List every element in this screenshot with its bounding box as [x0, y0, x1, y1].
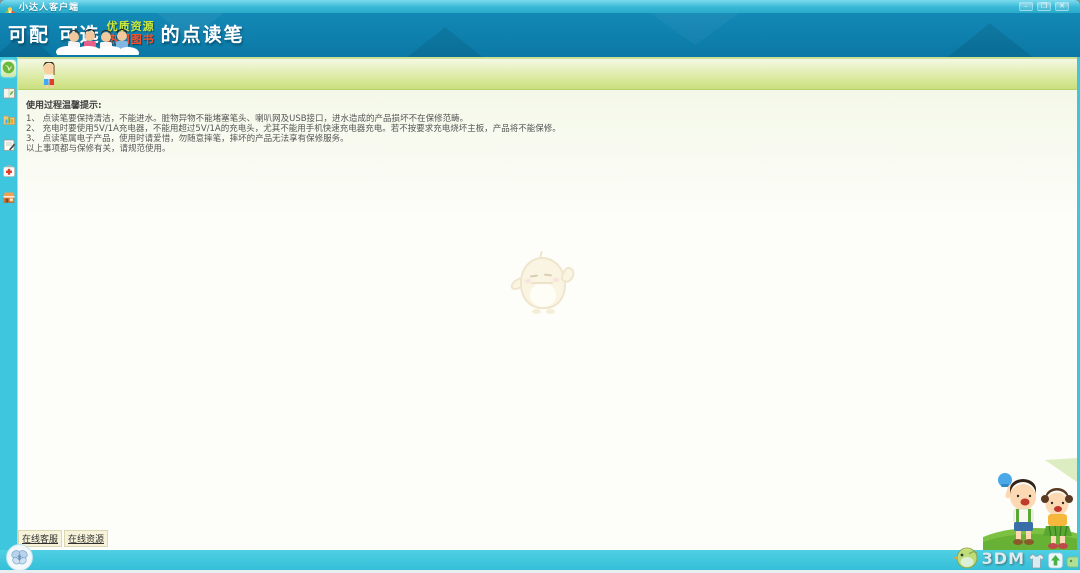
tip-line-4: 以上事项都与保修有关，请规范使用。: [26, 144, 171, 154]
sidebar-item-resources[interactable]: [1, 112, 16, 129]
banner-people-photo: [56, 29, 140, 57]
app-flower-icon: [5, 2, 15, 16]
kid-mascot-icon: [38, 61, 60, 93]
bottom-bar: 3DM: [0, 544, 1080, 571]
app-window: 小达人客户端 – ❐ ✕ 可配 可选 优质资源 热门图书 的点读笔 使用过程温馨…: [0, 0, 1080, 573]
window-controls: – ❐ ✕: [1019, 2, 1069, 11]
window-title: 小达人客户端: [19, 3, 80, 13]
footer-links: 在线客服 在线资源: [18, 530, 109, 547]
chick-mascot-watermark: [508, 250, 577, 315]
sidebar-item-home[interactable]: [1, 60, 16, 77]
plant-icon: [2, 59, 15, 78]
main-content: 使用过程温馨提示: 1、 点读笔要保持清洁，不能进水。脏物异物不能堵塞笔头、喇叭…: [17, 57, 1077, 550]
marketing-banner: 可配 可选 优质资源 热门图书 的点读笔: [0, 13, 1080, 57]
folder-chart-icon: [2, 111, 16, 130]
banner-triangle: [940, 23, 1040, 57]
kids-cartoon-illustration: [971, 458, 1077, 550]
store-icon: [2, 189, 16, 208]
duck-mascot-icon: [952, 546, 979, 569]
window-body: 使用过程温馨提示: 1、 点读笔要保持清洁，不能进水。脏物异物不能堵塞笔头、喇叭…: [0, 57, 1080, 550]
butterfly-logo[interactable]: [6, 544, 33, 571]
watermark-text: 3DM: [981, 549, 1025, 568]
notebook-pen-icon: [2, 137, 16, 156]
usage-tips: 使用过程温馨提示: 1、 点读笔要保持清洁，不能进水。脏物异物不能堵塞笔头、喇叭…: [26, 98, 561, 154]
banner-triangle: [640, 13, 750, 45]
watermark-3dm: 3DM: [952, 546, 1078, 569]
first-aid-icon: [2, 163, 16, 182]
tips-title: 使用过程温馨提示:: [26, 101, 102, 111]
content-header-bar: [18, 60, 1077, 90]
banner-triangle: [400, 27, 490, 57]
sidebar: [0, 57, 17, 550]
titlebar: 小达人客户端 – ❐ ✕: [0, 0, 1080, 16]
sidebar-item-notes[interactable]: [1, 138, 16, 155]
minimize-button[interactable]: –: [1019, 2, 1033, 11]
upgrade-arrow-icon: [1048, 552, 1063, 569]
book-leaf-icon: [2, 85, 16, 104]
sidebar-item-books[interactable]: [1, 86, 16, 103]
sidebar-item-repair[interactable]: [1, 164, 16, 181]
tip-line-2: 2、 充电时要使用5V/1A充电器，不能用超过5V/1A的充电头，尤其不能用手机…: [26, 124, 561, 134]
slogan-right: 的点读笔: [160, 24, 245, 46]
maximize-button[interactable]: ❐: [1037, 2, 1051, 11]
tip-line-3: 3、 点读笔属电子产品，使用时请爱惜，勿随意摔笔，摔坏的产品无法享有保修服务。: [26, 134, 349, 144]
online-resources-link[interactable]: 在线资源: [64, 530, 109, 547]
shirt-icon: [1028, 553, 1045, 569]
close-button[interactable]: ✕: [1055, 2, 1069, 11]
tip-line-1: 1、 点读笔要保持清洁，不能进水。脏物异物不能堵塞笔头、喇叭网及USB接口，进水…: [26, 114, 469, 124]
tray-partial-icon: [1066, 553, 1078, 569]
sidebar-item-store[interactable]: [1, 190, 16, 207]
